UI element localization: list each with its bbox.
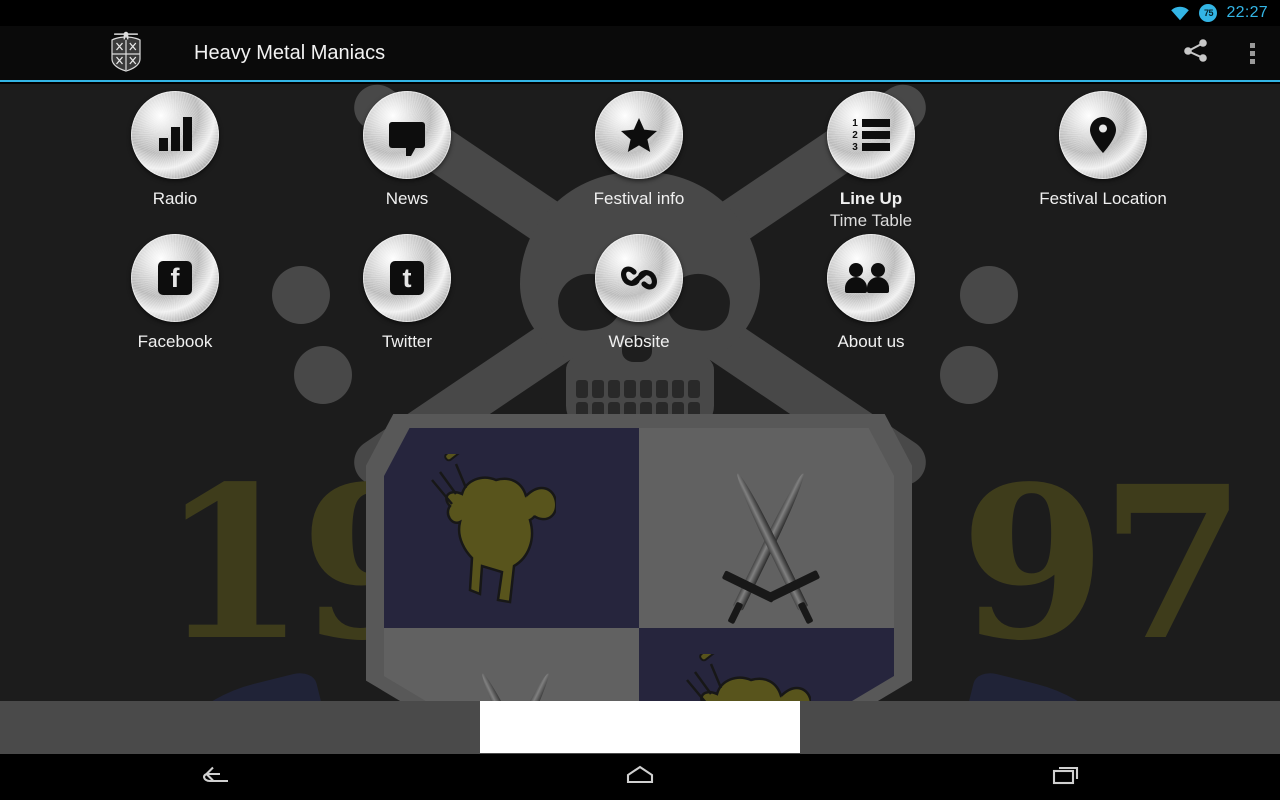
- website-disc: [595, 234, 683, 322]
- grid-label-festival-info: Festival info: [593, 189, 685, 208]
- grid-label-website: Website: [608, 332, 670, 351]
- twitter-mark: t: [390, 261, 424, 295]
- ad-banner-placeholder[interactable]: [480, 701, 800, 753]
- nav-back-button[interactable]: [153, 754, 273, 800]
- twitter-disc: t: [363, 234, 451, 322]
- grid-item-facebook[interactable]: f Facebook: [95, 234, 255, 352]
- tumblr-t-icon: t: [390, 261, 424, 295]
- share-button[interactable]: [1168, 25, 1224, 81]
- grid-label-about-us: About us: [837, 332, 905, 351]
- grid-item-festival-location[interactable]: Festival Location: [1023, 91, 1183, 209]
- share-icon: [1182, 38, 1210, 69]
- status-bar-icons: 75 22:27: [1170, 4, 1268, 22]
- link-chain-icon: [619, 261, 659, 295]
- battery-circle-icon: 75: [1199, 4, 1218, 22]
- grid-item-twitter[interactable]: t Twitter: [327, 234, 487, 352]
- grid-item-about-us[interactable]: About us: [791, 234, 951, 352]
- facebook-mark: f: [158, 261, 192, 295]
- grid-label-radio: Radio: [152, 189, 198, 208]
- app-icon-grid: Radio News Festival info 1 2 3 Line Up T…: [0, 84, 1280, 701]
- festival-location-disc: [1059, 91, 1147, 179]
- ad-banner-bar: [0, 701, 1280, 754]
- grid-label-facebook: Facebook: [137, 332, 213, 351]
- map-pin-icon: [1089, 116, 1117, 154]
- grid-item-news[interactable]: News: [327, 91, 487, 209]
- grid-label-line-up: Line Up: [839, 189, 903, 208]
- people-icon: [845, 263, 889, 293]
- numbered-list-icon: 123: [852, 118, 890, 152]
- grid-item-line-up[interactable]: 123 Line Up Time Table: [791, 91, 951, 231]
- line-up-disc: 123: [827, 91, 915, 179]
- radio-disc: [131, 91, 219, 179]
- facebook-disc: f: [131, 234, 219, 322]
- signal-bars-icon: [158, 117, 192, 151]
- wifi-icon: [1170, 5, 1190, 21]
- festival-info-disc: [595, 91, 683, 179]
- app-crest-logo-icon[interactable]: [98, 30, 154, 76]
- recents-icon: [1050, 762, 1084, 793]
- status-bar-clock: 22:27: [1226, 4, 1268, 21]
- grid-label-twitter: Twitter: [381, 332, 433, 351]
- about-us-disc: [827, 234, 915, 322]
- home-icon: [623, 762, 657, 793]
- nav-recents-button[interactable]: [1007, 754, 1127, 800]
- overflow-menu-icon: [1249, 42, 1255, 64]
- news-disc: [363, 91, 451, 179]
- overflow-menu-button[interactable]: [1224, 25, 1280, 81]
- grid-label-news: News: [385, 189, 429, 208]
- star-icon: [620, 116, 658, 154]
- action-bar: Heavy Metal Maniacs: [0, 26, 1280, 82]
- nav-home-button[interactable]: [580, 754, 700, 800]
- system-navigation-bar: [0, 754, 1280, 800]
- app-screen: 75 22:27 Heavy Metal Maniacs 19 97 Radio…: [0, 0, 1280, 800]
- back-icon: [196, 762, 230, 793]
- speech-bubble-icon: [389, 122, 425, 156]
- status-bar: 75 22:27: [0, 0, 1280, 26]
- home-content: 19 97 Radio News Festival info 1 2 3 Lin…: [0, 84, 1280, 701]
- battery-percent-label: 75: [1203, 8, 1214, 18]
- facebook-icon: f: [158, 261, 192, 295]
- page-title: Heavy Metal Maniacs: [194, 41, 386, 64]
- grid-label-festival-location: Festival Location: [1039, 189, 1167, 208]
- grid-item-festival-info[interactable]: Festival info: [559, 91, 719, 209]
- grid-item-radio[interactable]: Radio: [95, 91, 255, 209]
- grid-item-website[interactable]: Website: [559, 234, 719, 352]
- grid-sublabel-line-up: Time Table: [829, 211, 913, 230]
